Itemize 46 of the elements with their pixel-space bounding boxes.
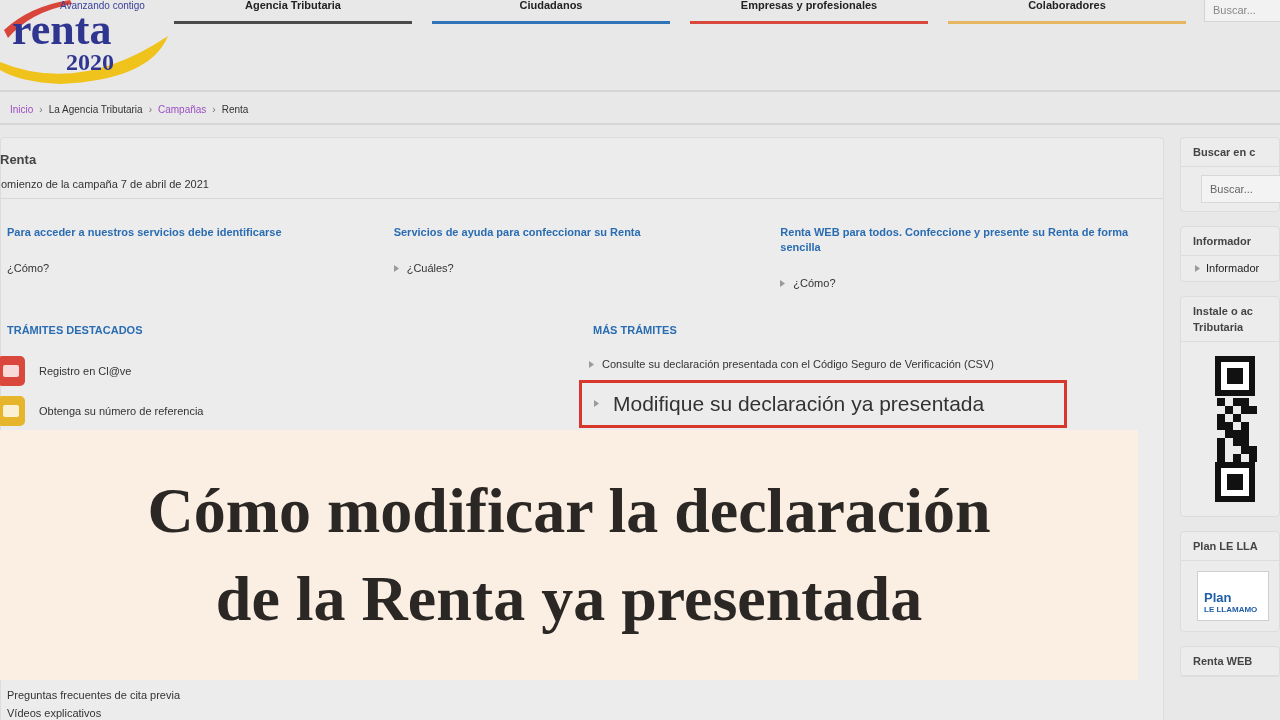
logo-year: 2020 (66, 50, 114, 74)
info-heading: Renta WEB para todos. Confeccione y presente su Renta de forma sencilla (780, 225, 1130, 255)
nav-tab[interactable]: Agencia Tributaria (174, 0, 412, 24)
help-link[interactable]: Vídeos explicativos (7, 706, 587, 720)
search-field[interactable]: Buscar... (1204, 0, 1280, 22)
info-heading: Servicios de ayuda para confeccionar su Renta (393, 225, 642, 240)
featured-link[interactable]: Obtenga su número de referencia (39, 402, 204, 420)
sidebar-title: Buscar en c (1181, 138, 1279, 167)
arrow-icon (589, 360, 594, 368)
page-subtitle: omienzo de la campaña 7 de abril de 2021 (1, 176, 210, 192)
sidebar-title: Informador (1181, 227, 1279, 256)
breadcrumb-link[interactable]: Campañas (158, 101, 207, 117)
search-field[interactable]: Buscar... (1201, 175, 1280, 203)
nav-tab[interactable]: Empresas y profesionales (690, 0, 928, 24)
page-title: Renta (0, 151, 38, 169)
more-link[interactable]: Consulte su declaración presentada con el Código Seguro de Verificación (CSV) (589, 356, 1163, 373)
help-link[interactable]: Preguntas frecuentes de cita previa (7, 688, 587, 703)
arrow-icon (1195, 264, 1200, 272)
caption-line: de la Renta ya presentada (215, 562, 923, 636)
breadcrumb-separator: › (148, 102, 152, 117)
section-heading: TRÁMITES DESTACADOS (7, 322, 144, 338)
featured-link[interactable]: Registro en Cl@ve (39, 362, 132, 380)
caption-line: Cómo modificar la declaración (147, 474, 991, 548)
arrow-icon (780, 279, 786, 287)
more-link[interactable]: Modifique su declaración ya presentada (579, 379, 1067, 428)
banner-title: Plan (1204, 590, 1233, 604)
info-link[interactable]: ¿Cómo? (780, 275, 1157, 292)
breadcrumb-separator: › (212, 102, 216, 117)
plan-banner[interactable]: Plan LE LLAMAMO (1197, 570, 1269, 621)
section-heading: MÁS TRÁMITES (593, 322, 678, 338)
arrow-icon (393, 264, 399, 272)
sidebar-title: Instale o ac Tributaria (1181, 296, 1279, 342)
info-link[interactable]: ¿Cuáles? (393, 260, 771, 277)
breadcrumb-link[interactable]: La Agencia Tributaria (48, 101, 143, 117)
sidebar-title: Plan LE LLA (1181, 531, 1279, 561)
arrow-icon (594, 400, 599, 407)
sidebar-title: Renta WEB (1181, 646, 1279, 676)
sidebar-link[interactable]: Informador (1195, 260, 1265, 277)
breadcrumb-link[interactable]: Renta (221, 101, 249, 117)
nav-tab[interactable]: Ciudadanos (432, 0, 670, 24)
banner-subtitle: LE LLAMAMO (1204, 603, 1259, 616)
nav-tab[interactable]: Colaboradores (948, 0, 1186, 24)
breadcrumb-separator: › (39, 102, 43, 117)
breadcrumb-link[interactable]: Inicio (10, 101, 34, 117)
info-heading: Para acceder a nuestros servicios debe identificarse (7, 225, 283, 240)
info-link[interactable]: ¿Cómo? (7, 260, 384, 277)
